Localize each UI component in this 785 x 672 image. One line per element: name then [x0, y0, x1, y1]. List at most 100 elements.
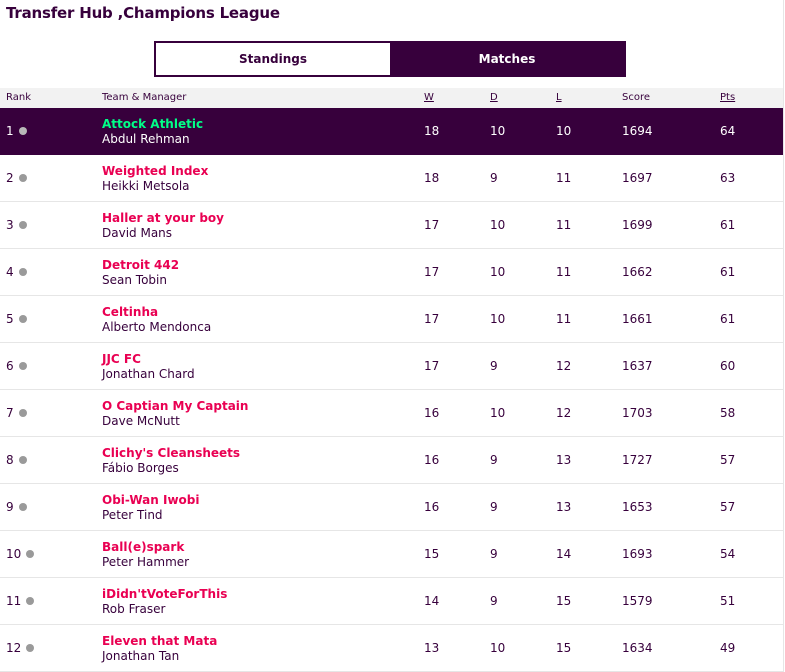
col-l-header[interactable]: L — [556, 92, 562, 103]
team-name-link[interactable]: Obi-Wan Iwobi — [102, 493, 199, 507]
tab-matches[interactable]: Matches — [390, 43, 624, 75]
no-change-dot-icon — [18, 361, 27, 370]
rank-cell: 10 — [6, 547, 35, 561]
score-cell: 1634 — [622, 641, 653, 655]
points-cell: 54 — [720, 547, 736, 561]
losses-cell: 15 — [556, 594, 572, 608]
rank-value: 10 — [6, 547, 22, 561]
draws-cell: 9 — [490, 594, 498, 608]
manager-name: Jonathan Chard — [102, 367, 195, 381]
wins-cell: 13 — [424, 641, 440, 655]
col-team-manager-header: Team & Manager — [102, 92, 187, 103]
points-cell: 57 — [720, 453, 736, 467]
team-name-link[interactable]: Haller at your boy — [102, 211, 224, 225]
wins-cell: 17 — [424, 218, 440, 232]
losses-cell: 15 — [556, 641, 572, 655]
rank-value: 12 — [6, 641, 22, 655]
col-pts-header[interactable]: Pts — [720, 92, 735, 103]
losses-cell: 11 — [556, 171, 572, 185]
no-change-dot-icon — [18, 126, 27, 135]
page-title: Transfer Hub ,Champions League — [6, 4, 280, 22]
wins-cell: 14 — [424, 594, 440, 608]
points-cell: 57 — [720, 500, 736, 514]
wins-cell: 18 — [424, 171, 440, 185]
table-row: 2 Weighted Index Heikki Metsola 18 9 11 1697 63 — [0, 155, 783, 202]
points-cell: 61 — [720, 265, 736, 279]
wins-cell: 16 — [424, 500, 440, 514]
score-cell: 1694 — [622, 124, 653, 138]
team-name-link[interactable]: Weighted Index — [102, 164, 208, 178]
rank-value: 2 — [6, 171, 14, 185]
table-row: 5 Celtinha Alberto Mendonca 17 10 11 1661 61 — [0, 296, 783, 343]
rank-value: 6 — [6, 359, 14, 373]
rank-value: 3 — [6, 218, 14, 232]
table-row: 1 Attock Athletic Abdul Rehman 18 10 10 1694 64 — [0, 108, 783, 155]
wins-cell: 16 — [424, 453, 440, 467]
manager-name: Sean Tobin — [102, 273, 167, 287]
no-change-dot-icon — [18, 267, 27, 276]
wins-cell: 18 — [424, 124, 440, 138]
points-cell: 58 — [720, 406, 736, 420]
rank-cell: 7 — [6, 406, 27, 420]
manager-name: Abdul Rehman — [102, 132, 190, 146]
losses-cell: 13 — [556, 453, 572, 467]
col-d-header[interactable]: D — [490, 92, 498, 103]
team-name-link[interactable]: Ball(e)spark — [102, 540, 184, 554]
team-name-link[interactable]: Celtinha — [102, 305, 158, 319]
rank-value: 1 — [6, 124, 14, 138]
losses-cell: 11 — [556, 265, 572, 279]
manager-name: Dave McNutt — [102, 414, 180, 428]
wins-cell: 16 — [424, 406, 440, 420]
points-cell: 64 — [720, 124, 736, 138]
no-change-dot-icon — [18, 220, 27, 229]
tab-standings[interactable]: Standings — [156, 43, 390, 75]
draws-cell: 9 — [490, 547, 498, 561]
team-name-link[interactable]: Clichy's Cleansheets — [102, 446, 240, 460]
draws-cell: 10 — [490, 406, 506, 420]
table-header: Rank Team & Manager W D L Score Pts — [0, 88, 783, 108]
page-divider — [783, 0, 784, 672]
points-cell: 49 — [720, 641, 736, 655]
team-name-link[interactable]: iDidn'tVoteForThis — [102, 587, 227, 601]
team-name-link[interactable]: O Captian My Captain — [102, 399, 248, 413]
no-change-dot-icon — [18, 455, 27, 464]
losses-cell: 11 — [556, 218, 572, 232]
losses-cell: 10 — [556, 124, 572, 138]
score-cell: 1637 — [622, 359, 653, 373]
points-cell: 51 — [720, 594, 736, 608]
score-cell: 1727 — [622, 453, 653, 467]
rank-value: 8 — [6, 453, 14, 467]
col-w-header[interactable]: W — [424, 92, 434, 103]
draws-cell: 9 — [490, 453, 498, 467]
wins-cell: 17 — [424, 265, 440, 279]
draws-cell: 10 — [490, 124, 506, 138]
draws-cell: 9 — [490, 359, 498, 373]
losses-cell: 14 — [556, 547, 572, 561]
score-cell: 1699 — [622, 218, 653, 232]
score-cell: 1661 — [622, 312, 653, 326]
table-row: 3 Haller at your boy David Mans 17 10 11 1699 6… — [0, 202, 783, 249]
points-cell: 60 — [720, 359, 736, 373]
team-name-link[interactable]: JJC FC — [102, 352, 141, 366]
table-row: 10 Ball(e)spark Peter Hammer 15 9 14 1693 54 — [0, 531, 783, 578]
rank-cell: 4 — [6, 265, 27, 279]
wins-cell: 17 — [424, 312, 440, 326]
no-change-dot-icon — [18, 408, 27, 417]
points-cell: 61 — [720, 312, 736, 326]
draws-cell: 10 — [490, 641, 506, 655]
team-name-link[interactable]: Eleven that Mata — [102, 634, 217, 648]
rank-cell: 6 — [6, 359, 27, 373]
manager-name: Rob Fraser — [102, 602, 166, 616]
manager-name: Peter Hammer — [102, 555, 190, 569]
draws-cell: 10 — [490, 312, 506, 326]
rank-value: 5 — [6, 312, 14, 326]
no-change-dot-icon — [18, 314, 27, 323]
rank-value: 11 — [6, 594, 22, 608]
rank-cell: 3 — [6, 218, 27, 232]
wins-cell: 17 — [424, 359, 440, 373]
no-change-dot-icon — [18, 173, 27, 182]
team-name-link[interactable]: Detroit 442 — [102, 258, 179, 272]
team-name-link[interactable]: Attock Athletic — [102, 117, 203, 131]
losses-cell: 12 — [556, 406, 572, 420]
losses-cell: 12 — [556, 359, 572, 373]
